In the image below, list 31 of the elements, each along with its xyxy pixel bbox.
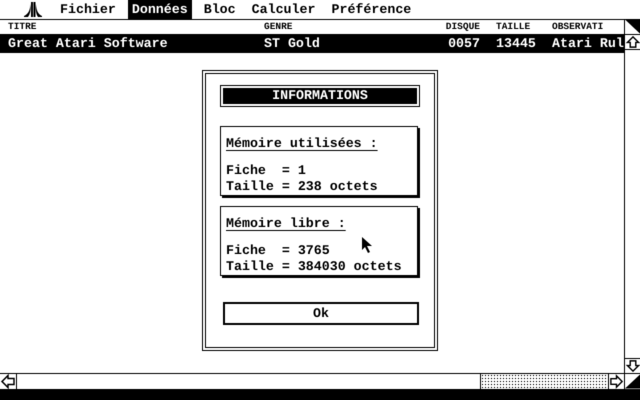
table-row[interactable]: Great Atari Software ST Gold 0057 13445 Atari Rul xyxy=(0,35,624,53)
section-heading: Mémoire utilisées : xyxy=(226,137,378,150)
menu-item[interactable]: Calculer xyxy=(248,0,320,19)
menu-item[interactable]: Données xyxy=(128,0,192,19)
table-cell: Great Atari Software xyxy=(8,36,168,51)
scroll-track[interactable] xyxy=(480,374,608,389)
table-cell: 0057 xyxy=(448,36,480,51)
table-cell: ST Gold xyxy=(264,36,320,51)
info-line: Taille = 384030 octets xyxy=(226,259,402,276)
menu-item[interactable]: Bloc xyxy=(200,0,240,19)
info-line: Fiche = 1 xyxy=(226,163,306,180)
table-cell: 13445 xyxy=(496,36,536,51)
column-header: TITRE xyxy=(8,21,37,32)
ok-button[interactable]: Ok xyxy=(223,302,419,325)
mouse-cursor-icon xyxy=(362,237,373,254)
column-header: GENRE xyxy=(264,21,293,32)
arrow-left-icon[interactable] xyxy=(0,374,16,389)
info-line: Taille = 238 octets xyxy=(226,179,378,196)
column-header: DISQUE xyxy=(446,21,480,32)
arrow-down-icon[interactable] xyxy=(625,358,640,373)
column-header: OBSERVATI xyxy=(552,22,604,32)
menu-item[interactable]: Préférence xyxy=(327,0,416,19)
info-line: Fiche = 3765 xyxy=(226,243,330,260)
column-header: TAILLE xyxy=(496,21,530,32)
arrow-up-icon[interactable] xyxy=(625,35,640,50)
section-heading: Mémoire libre : xyxy=(226,217,346,230)
menu-item[interactable]: Fichier xyxy=(56,0,120,19)
dialog-title: INFORMATIONS xyxy=(221,86,419,106)
table-cell: Atari Rul xyxy=(552,36,624,51)
logo-icon[interactable] xyxy=(24,2,42,17)
fuller-icon[interactable] xyxy=(625,20,640,35)
